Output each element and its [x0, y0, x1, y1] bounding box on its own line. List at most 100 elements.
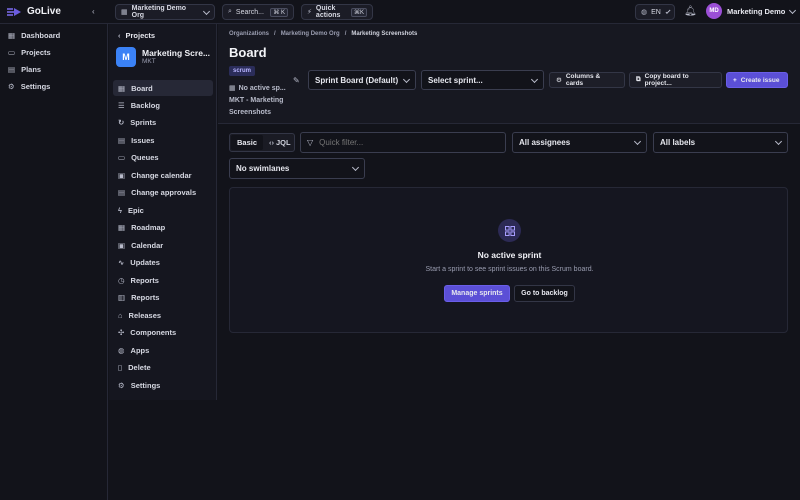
- clipboard-icon: ▤: [118, 187, 126, 197]
- columns-cards-button[interactable]: ⚙ Columns & cards: [549, 72, 625, 88]
- sidebar-item-projects[interactable]: ▭ Projects: [8, 45, 51, 59]
- plus-icon: +: [733, 76, 737, 84]
- project-nav-change-calendar[interactable]: ▣ Change calendar: [113, 167, 213, 183]
- nav-label: Board: [131, 83, 153, 93]
- nav-label: Change calendar: [131, 170, 192, 180]
- puzzle-icon: ✣: [118, 327, 125, 337]
- inbox-icon: ▭: [118, 152, 126, 162]
- nav-label: Roadmap: [131, 222, 166, 232]
- project-name: Marketing Scre...: [142, 48, 211, 58]
- project-nav-change-approvals[interactable]: ▤ Change approvals: [113, 184, 213, 200]
- project-nav-updates[interactable]: ∿ Updates: [113, 254, 213, 270]
- swimlanes-select[interactable]: No swimlanes: [229, 158, 365, 179]
- bell-icon[interactable]: 🔔︎: [684, 6, 697, 17]
- copy-board-button[interactable]: ⧉ Copy board to project...: [629, 72, 722, 88]
- manage-sprints-button[interactable]: Manage sprints: [444, 285, 510, 302]
- chevron-left-icon: ‹: [118, 31, 121, 40]
- top-bar: GoLive ‹ ▦ Marketing Demo Org ⌕ Search..…: [0, 0, 800, 24]
- calendar-icon: ▣: [118, 240, 126, 250]
- project-nav-board[interactable]: ▦ Board: [113, 80, 213, 96]
- nav-label: Releases: [128, 310, 162, 320]
- empty-state-icon-wrap: [498, 219, 521, 242]
- sprint-status: ▦ No active sp... MKT - Marketing Screen…: [229, 83, 293, 119]
- project-nav-releases[interactable]: ⌂ Releases: [113, 307, 213, 323]
- project-sidebar: ‹ Projects M Marketing Scre... MKT ▦ Boa…: [109, 24, 217, 400]
- chevron-down-icon: [351, 163, 360, 172]
- grid-icon: [504, 225, 515, 236]
- nav-label: Settings: [130, 380, 161, 390]
- nav-label: Sprints: [130, 117, 157, 127]
- sidebar-item-label: Projects: [21, 47, 51, 57]
- sidebar-item-dashboard[interactable]: ▦ Dashboard: [8, 28, 60, 42]
- sidebar-item-plans[interactable]: ▤ Plans: [8, 62, 41, 76]
- project-avatar: M: [116, 47, 136, 67]
- avatar: MD: [706, 3, 722, 19]
- quick-actions-label: Quick actions: [315, 5, 341, 19]
- project-nav-issues[interactable]: ▤ Issues: [113, 132, 213, 148]
- back-to-projects[interactable]: ‹ Projects: [118, 31, 155, 40]
- assignees-select-value: All assignees: [519, 138, 571, 147]
- sprint-select[interactable]: Select sprint...: [421, 70, 544, 90]
- sprint-status-title: No active sp...: [238, 85, 286, 92]
- quick-actions-button[interactable]: ⚡ Quick actions ⌘K: [301, 4, 373, 20]
- labels-select[interactable]: All labels: [653, 132, 788, 153]
- breadcrumb-item[interactable]: Marketing Demo Org: [281, 31, 340, 37]
- map-icon: ▦: [118, 222, 126, 232]
- language-switcher[interactable]: ◍ EN: [635, 4, 675, 20]
- create-issue-label: Create issue: [740, 76, 780, 84]
- quick-filter-input[interactable]: [319, 138, 490, 147]
- collapse-sidebar-icon[interactable]: ‹: [92, 7, 95, 16]
- project-nav-reports-clock[interactable]: ◷ Reports: [113, 272, 213, 288]
- project-nav-epic[interactable]: ϟ Epic: [113, 202, 213, 218]
- sprint-select-value: Select sprint...: [428, 75, 483, 85]
- search-button[interactable]: ⌕ Search... ⌘ K: [222, 4, 294, 20]
- nav-label: Reports: [130, 275, 159, 285]
- jql-tab[interactable]: ‹› JQL: [265, 135, 295, 150]
- app-logo[interactable]: GoLive: [6, 6, 61, 17]
- app-name: GoLive: [27, 6, 61, 17]
- project-nav-sprints[interactable]: ↻ Sprints: [113, 114, 213, 130]
- globe-icon: ◍: [118, 345, 125, 355]
- copy-board-label: Copy board to project...: [644, 73, 689, 87]
- quick-filter-field[interactable]: ▽: [300, 132, 506, 153]
- code-icon: ‹›: [269, 138, 275, 147]
- folder-icon: ▭: [8, 47, 16, 57]
- tag-icon: ⌂: [118, 310, 123, 320]
- bar-chart-icon: ▥: [118, 292, 126, 302]
- nav-label: Change approvals: [131, 187, 197, 197]
- project-nav-backlog[interactable]: ☰ Backlog: [113, 97, 213, 113]
- empty-state-card: No active sprint Start a sprint to see s…: [229, 187, 788, 333]
- org-switcher[interactable]: ▦ Marketing Demo Org: [115, 4, 215, 20]
- list-icon: ☰: [118, 100, 125, 110]
- nav-label: Updates: [130, 257, 160, 267]
- breadcrumb-item[interactable]: Organizations: [229, 31, 269, 37]
- sidebar-item-settings[interactable]: ⚙ Settings: [8, 79, 50, 93]
- project-nav-settings[interactable]: ⚙ Settings: [113, 377, 213, 393]
- logo-icon: [7, 7, 21, 16]
- project-nav-apps[interactable]: ◍ Apps: [113, 342, 213, 358]
- project-nav-calendar[interactable]: ▣ Calendar: [113, 237, 213, 253]
- calendar-icon: ▣: [118, 170, 126, 180]
- breadcrumb-item[interactable]: Marketing Screenshots: [351, 31, 417, 37]
- project-nav-queues[interactable]: ▭ Queues: [113, 149, 213, 165]
- edit-off-icon[interactable]: ✎: [293, 76, 300, 85]
- user-menu[interactable]: MD Marketing Demo: [706, 3, 797, 19]
- trash-icon: ▯: [118, 362, 123, 372]
- board-select[interactable]: Sprint Board (Default): [308, 70, 416, 90]
- assignees-select[interactable]: All assignees: [512, 132, 647, 153]
- nav-label: Reports: [131, 292, 160, 302]
- project-nav-delete[interactable]: ▯ Delete: [113, 359, 213, 375]
- create-issue-button[interactable]: + Create issue: [726, 72, 788, 88]
- user-name: Marketing Demo: [727, 6, 786, 16]
- sprint-status-project-cont: Screenshots: [229, 109, 272, 116]
- project-nav-components[interactable]: ✣ Components: [113, 324, 213, 340]
- project-nav-reports-chart[interactable]: ▥ Reports: [113, 289, 213, 305]
- grid-icon: ▦: [229, 85, 236, 92]
- file-icon: ▤: [118, 135, 126, 145]
- project-nav-roadmap[interactable]: ▦ Roadmap: [113, 219, 213, 235]
- go-to-backlog-button[interactable]: Go to backlog: [514, 285, 575, 302]
- nav-label: Delete: [128, 362, 151, 372]
- language-label: EN: [651, 8, 661, 16]
- filter-mode-toggle: Basic ‹› JQL: [229, 133, 295, 152]
- basic-tab[interactable]: Basic: [231, 135, 264, 150]
